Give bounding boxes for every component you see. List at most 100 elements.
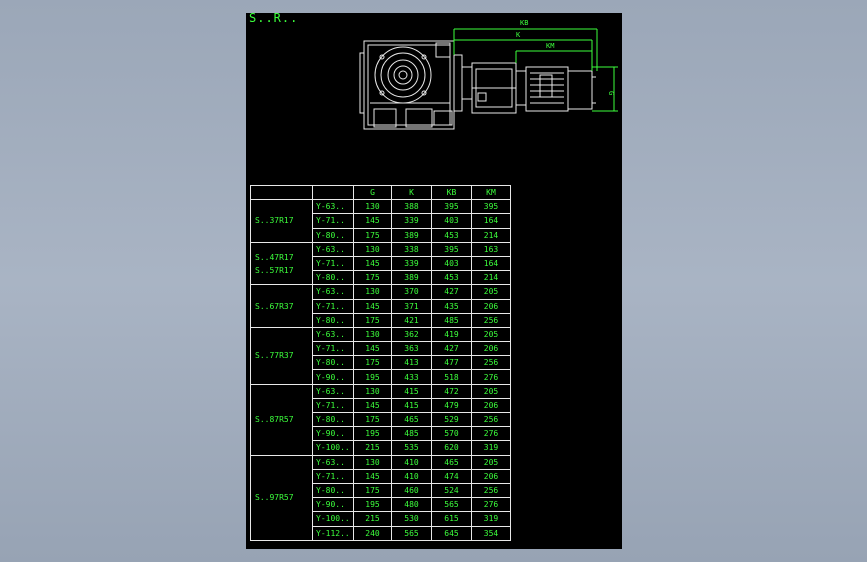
value-cell: 433 [391,369,432,385]
table-header-cell [312,184,354,201]
dim-k-label: K [516,31,521,39]
value-cell: 371 [391,298,432,314]
value-cell: 256 [471,482,511,499]
value-cell: 535 [391,440,432,456]
dim-g-label: G [607,91,615,95]
value-cell: 403 [431,213,472,229]
table-header-cell [250,184,313,201]
value-cell: 465 [431,454,472,470]
value-cell: 389 [391,270,432,286]
value-cell: 615 [431,511,472,527]
value-cell: 195 [353,369,392,385]
table-header-cell: G [353,184,392,201]
table-header-row: G K KB KM [250,184,511,201]
motor-cell: Y-100.. [312,511,354,527]
motor-cell: Y-112.. [312,525,354,541]
motor-cell: Y-63.. [312,326,354,343]
table-row: S..97R57 Y-63.. 130 410 465 205 [250,454,511,541]
motor-cell: Y-71.. [312,213,354,229]
value-cell: 130 [353,326,392,343]
value-cell: 395 [431,241,472,257]
value-cell: 339 [391,255,432,272]
value-cell: 565 [391,525,432,541]
value-cell: 410 [391,454,432,470]
value-cell: 256 [471,411,511,428]
motor-cell: Y-71.. [312,255,354,272]
motor-cell: Y-90.. [312,497,354,513]
value-cell: 145 [353,255,392,272]
value-cell: 164 [471,213,511,229]
motor-fan-cover [567,70,593,110]
gearmotor-drawing: KB K KM G [359,19,618,130]
value-cell: 205 [471,284,511,300]
value-cell: 518 [431,369,472,385]
table-row: S..67R37 Y-63.. 130 370 427 205 [250,284,511,328]
value-cell: 363 [391,341,432,357]
value-cell: 362 [391,326,432,343]
value-cell: 130 [353,454,392,470]
value-cell: 145 [353,213,392,229]
value-cell: 319 [471,440,511,456]
value-cell: 215 [353,440,392,456]
value-cell: 130 [353,284,392,300]
motor-cell: Y-63.. [312,383,354,399]
value-cell: 529 [431,411,472,428]
value-cell: 395 [471,199,511,215]
adapter [453,54,463,112]
motor-cell: Y-90.. [312,369,354,385]
value-cell: 453 [431,270,472,286]
value-cell: 413 [391,355,432,371]
model-name: S..37R17 [255,216,294,226]
motor-cell: Y-63.. [312,454,354,470]
value-cell: 480 [391,497,432,513]
value-cell: 395 [431,199,472,215]
value-cell: 175 [353,355,392,371]
value-cell: 206 [471,397,511,414]
model-cell: S..87R57 [250,383,313,456]
motor-cell: Y-71.. [312,397,354,414]
value-cell: 195 [353,497,392,513]
table-header-cell: KB [431,184,472,201]
motor-cell: Y-90.. [312,426,354,442]
value-cell: 485 [431,312,472,328]
value-cell: 175 [353,411,392,428]
model-name: S..77R37 [255,351,294,361]
model-name: S..67R37 [255,301,294,311]
value-cell: 130 [353,241,392,257]
value-cell: 206 [471,341,511,357]
value-cell: 175 [353,482,392,499]
motor-cell: Y-71.. [312,298,354,314]
dim-kb-label: KB [520,19,528,27]
value-cell: 419 [431,326,472,343]
value-cell: 276 [471,426,511,442]
value-cell: 175 [353,312,392,328]
value-cell: 214 [471,270,511,286]
motor-cell: Y-80.. [312,270,354,286]
value-cell: 403 [431,255,472,272]
value-cell: 205 [471,326,511,343]
motor-cell: Y-80.. [312,482,354,499]
value-cell: 214 [471,227,511,243]
motor-cell: Y-80.. [312,227,354,243]
value-cell: 145 [353,298,392,314]
model-cell: S..67R37 [250,284,313,328]
value-cell: 205 [471,454,511,470]
dim-km-label: KM [546,42,554,50]
value-cell: 565 [431,497,472,513]
value-cell: 338 [391,241,432,257]
value-cell: 205 [471,383,511,399]
value-cell: 453 [431,227,472,243]
value-cell: 240 [353,525,392,541]
value-cell: 319 [471,511,511,527]
value-cell: 370 [391,284,432,300]
value-cell: 145 [353,341,392,357]
value-cell: 130 [353,199,392,215]
value-cell: 164 [471,255,511,272]
model-cell: S..37R17 [250,199,313,243]
value-cell: 479 [431,397,472,414]
value-cell: 524 [431,482,472,499]
table-header-cell: KM [471,184,511,201]
value-cell: 389 [391,227,432,243]
dimension-table: G K KB KM S..37R17 Y-63.. 130 388 395 395 Y-71.. 14… [250,184,511,541]
value-cell: 460 [391,482,432,499]
